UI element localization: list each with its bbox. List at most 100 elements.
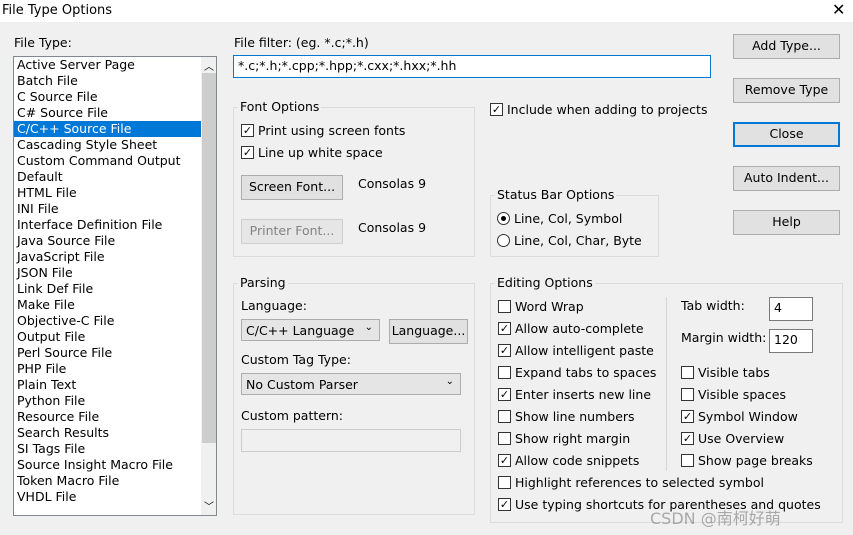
list-item[interactable]: Cascading Style Sheet [14, 137, 201, 153]
radio-circle [497, 212, 510, 225]
editing-checkbox[interactable]: ✓ Allow code snippets [498, 453, 639, 468]
auto-indent-button[interactable]: Auto Indent... [733, 166, 840, 191]
list-item[interactable]: Source Insight Macro File [14, 457, 201, 473]
checkbox-label: Include when adding to projects [507, 102, 708, 117]
margin-width-input[interactable]: 120 [769, 329, 813, 353]
checkbox-box: ✓ [498, 344, 511, 357]
custom-tag-label: Custom Tag Type: [241, 352, 351, 367]
editing-checkbox[interactable]: ✓ Allow auto-complete [498, 321, 644, 336]
checkbox-box [498, 476, 511, 489]
screen-font-button[interactable]: Screen Font... [241, 175, 343, 200]
list-item[interactable]: Perl Source File [14, 345, 201, 361]
list-item[interactable]: Java Source File [14, 233, 201, 249]
list-item[interactable]: JSON File [14, 265, 201, 281]
file-filter-label: File filter: (eg. *.c;*.h) [234, 35, 369, 50]
list-item[interactable]: Custom Command Output [14, 153, 201, 169]
list-item[interactable]: HTML File [14, 185, 201, 201]
checkbox-box [681, 388, 694, 401]
list-item[interactable]: JavaScript File [14, 249, 201, 265]
editing-checkbox[interactable]: Show page breaks [681, 453, 813, 468]
list-item[interactable]: PHP File [14, 361, 201, 377]
checkbox-label: Expand tabs to spaces [515, 365, 657, 380]
list-item[interactable]: Plain Text [14, 377, 201, 393]
line-up-white-space-checkbox[interactable]: ✓ Line up white space [241, 145, 383, 160]
list-item[interactable]: Link Def File [14, 281, 201, 297]
scrollbar-thumb[interactable] [202, 73, 216, 443]
list-item[interactable]: Output File [14, 329, 201, 345]
checkbox-label: Symbol Window [698, 409, 798, 424]
language-button[interactable]: Language... [389, 319, 468, 344]
checkbox-box: ✓ [241, 124, 254, 137]
chevron-down-icon: ⌄ [445, 376, 454, 387]
custom-pattern-input[interactable] [241, 429, 461, 452]
list-item[interactable]: C/C++ Source File [14, 121, 201, 137]
language-value: C/C++ Language [246, 323, 355, 338]
list-item[interactable]: Token Macro File [14, 473, 201, 489]
watermark: CSDN @南柯好萌 [650, 509, 781, 528]
remove-type-button[interactable]: Remove Type [733, 78, 840, 103]
editing-checkbox[interactable]: ✓ Allow intelligent paste [498, 343, 654, 358]
editing-checkbox[interactable]: Visible tabs [681, 365, 770, 380]
list-item[interactable]: Python File [14, 393, 201, 409]
editing-checkbox[interactable]: Show right margin [498, 431, 630, 446]
editing-checkbox[interactable]: ✓ Symbol Window [681, 409, 798, 424]
editing-checkbox[interactable]: Expand tabs to spaces [498, 365, 656, 380]
checkbox-box [498, 410, 511, 423]
editing-checkbox[interactable]: Visible spaces [681, 387, 786, 402]
checkbox-box: ✓ [498, 498, 511, 511]
file-type-label: File Type: [14, 35, 72, 50]
checkbox-label: Word Wrap [515, 299, 584, 314]
language-label: Language: [241, 298, 307, 313]
list-item[interactable]: Search Results [14, 425, 201, 441]
list-item[interactable]: C# Source File [14, 105, 201, 121]
checkbox-label: Show page breaks [698, 453, 813, 468]
checkbox-box [498, 366, 511, 379]
list-item[interactable]: VHDL File [14, 489, 201, 505]
scroll-down-icon[interactable]: ﹀ [204, 498, 214, 513]
include-projects-checkbox[interactable]: ✓ Include when adding to projects [490, 102, 707, 117]
editing-checkbox[interactable]: Show line numbers [498, 409, 635, 424]
close-icon[interactable]: ✕ [832, 0, 845, 19]
print-screen-fonts-checkbox[interactable]: ✓ Print using screen fonts [241, 123, 405, 138]
list-item[interactable]: INI File [14, 201, 201, 217]
parsing-group: Parsing [233, 275, 475, 515]
list-item[interactable]: Default [14, 169, 201, 185]
scroll-up-icon[interactable]: ︿ [204, 58, 214, 73]
printer-font-value: Consolas 9 [358, 220, 427, 235]
close-button[interactable]: Close [733, 122, 840, 147]
font-options-label: Font Options [238, 99, 322, 114]
checkbox-label: Allow auto-complete [515, 321, 644, 336]
tab-width-label: Tab width: [681, 298, 745, 313]
list-item[interactable]: Batch File [14, 73, 201, 89]
add-type-button[interactable]: Add Type... [733, 34, 840, 59]
editing-checkbox[interactable]: ✓ Enter inserts new line [498, 387, 651, 402]
checkbox-label: Visible tabs [698, 365, 770, 380]
editing-options-label: Editing Options [495, 275, 595, 290]
checkbox-label: Line up white space [258, 145, 383, 160]
screen-font-value: Consolas 9 [358, 176, 427, 191]
list-item[interactable]: C Source File [14, 89, 201, 105]
checkbox-box [498, 300, 511, 313]
file-type-list[interactable]: Active Server Page Batch File C Source Fil… [13, 56, 217, 516]
help-button[interactable]: Help [733, 210, 840, 235]
list-item[interactable]: Interface Definition File [14, 217, 201, 233]
chevron-down-icon: ⌄ [364, 322, 373, 333]
language-select[interactable]: C/C++ Language ⌄ [241, 319, 380, 341]
radio-line-col-char-byte[interactable]: Line, Col, Char, Byte [497, 233, 642, 248]
list-item[interactable]: Active Server Page [14, 57, 201, 73]
editing-checkbox[interactable]: ✓ Use Overview [681, 431, 784, 446]
tab-width-input[interactable]: 4 [769, 297, 813, 321]
list-item[interactable]: Objective-C File [14, 313, 201, 329]
list-item[interactable]: Make File [14, 297, 201, 313]
radio-line-col-symbol[interactable]: Line, Col, Symbol [497, 211, 622, 226]
list-item[interactable]: SI Tags File [14, 441, 201, 457]
file-filter-input[interactable]: *.c;*.h;*.cpp;*.hpp;*.cxx;*.hxx;*.hh [233, 55, 711, 78]
editing-checkbox[interactable]: Word Wrap [498, 299, 584, 314]
custom-pattern-label: Custom pattern: [241, 408, 344, 423]
custom-tag-select[interactable]: No Custom Parser ⌄ [241, 373, 461, 395]
list-item[interactable]: Resource File [14, 409, 201, 425]
checkbox-label: Show right margin [515, 431, 631, 446]
printer-font-button[interactable]: Printer Font... [241, 219, 343, 244]
checkbox-label: Allow code snippets [515, 453, 640, 468]
editing-checkbox[interactable]: Highlight references to selected symbol [498, 475, 764, 490]
